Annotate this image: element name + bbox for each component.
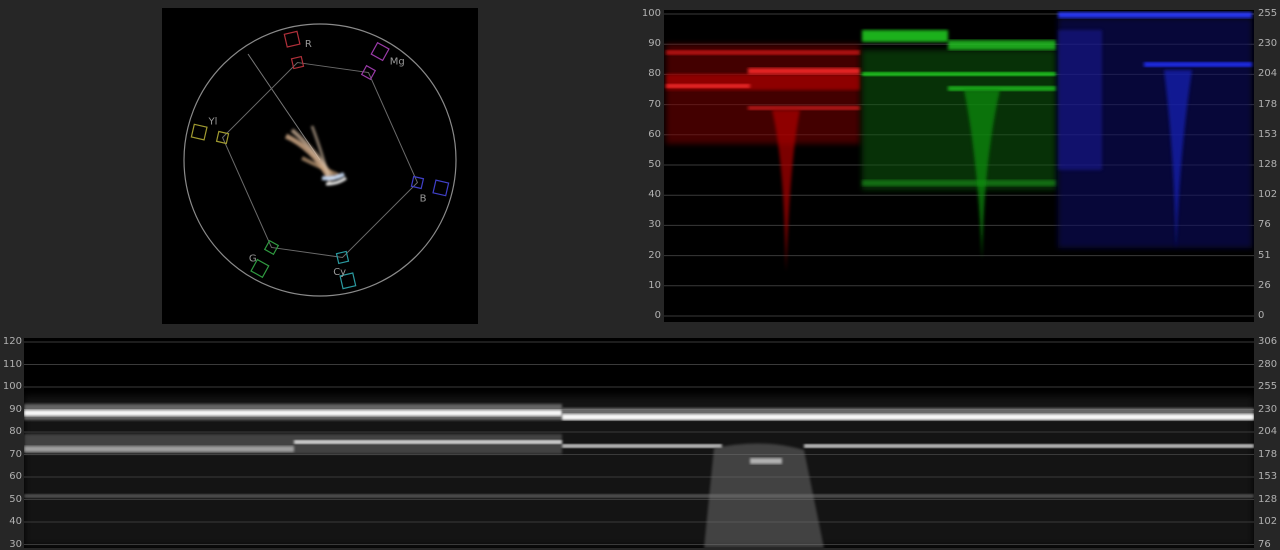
waveform-right-scale-tick: 204 xyxy=(1258,426,1278,437)
parade-right-scale-tick: 255 xyxy=(1258,8,1278,19)
waveform-left-scale-tick: 30 xyxy=(9,538,22,550)
waveform-right-scale-tick: 255 xyxy=(1258,381,1278,392)
waveform-right-scale-tick: 76 xyxy=(1258,538,1271,550)
parade-right-scale-tick: 153 xyxy=(1258,128,1278,140)
waveform-right-scale-tick: 306 xyxy=(1258,336,1278,347)
vectorscope-label-g: G xyxy=(249,254,257,265)
vectorscope-label-b: B xyxy=(420,194,427,205)
parade-left-scale-tick: 20 xyxy=(648,249,661,261)
parade-left-scale-tick: 40 xyxy=(648,189,661,201)
parade-left-scale-tick: 70 xyxy=(648,98,661,110)
waveform-left-scale-tick: 80 xyxy=(9,426,22,437)
parade-blue-channel xyxy=(1058,12,1252,250)
parade-left-scale-tick: 90 xyxy=(648,38,661,50)
waveform-left-scale-tick: 100 xyxy=(2,381,22,392)
parade-right-scale-tick: 51 xyxy=(1258,249,1271,261)
parade-right-scale-tick: 230 xyxy=(1258,38,1278,50)
vectorscope-trace xyxy=(284,125,347,186)
waveform-left-scale-tick: 40 xyxy=(9,516,22,527)
waveform-right-scale-tick: 102 xyxy=(1258,516,1278,527)
vectorscope-label-cy: Cy xyxy=(333,267,346,278)
vectorscope-target-mg-outer xyxy=(370,41,390,62)
vectorscope-target-yl-outer xyxy=(190,123,208,141)
parade-right-scale-tick: 26 xyxy=(1258,279,1271,291)
waveform-trace xyxy=(24,396,1254,548)
parade-left-scale-tick: 80 xyxy=(648,68,661,80)
waveform-right-scale-tick: 128 xyxy=(1258,493,1278,505)
parade-left-scale-tick: 50 xyxy=(648,159,661,170)
parade-left-scale-tick: 60 xyxy=(648,128,661,140)
parade-right-scale-tick: 178 xyxy=(1258,98,1278,110)
vectorscope-label-r: R xyxy=(305,39,312,50)
vectorscope-label-mg: Mg xyxy=(390,56,405,67)
parade-right-scale-tick: 204 xyxy=(1258,68,1278,80)
vectorscope-label-yl: Yl xyxy=(207,116,217,127)
waveform-left-scale-tick: 120 xyxy=(2,336,22,347)
vectorscope-target-r-outer xyxy=(283,30,301,48)
waveform-left-scale-tick: 90 xyxy=(9,403,22,415)
waveform-right-scale-tick: 178 xyxy=(1258,448,1278,460)
vectorscope-graticule: R Mg B Cy G Yl xyxy=(183,23,457,297)
parade-right-scale-tick: 102 xyxy=(1258,189,1278,201)
parade-left-scale-tick: 10 xyxy=(648,279,661,291)
waveform-right-scale-tick: 230 xyxy=(1258,403,1278,415)
waveform-right-scale-tick: 153 xyxy=(1258,471,1278,482)
parade-left-scale-tick: 100 xyxy=(641,8,661,19)
parade-right-scale-tick: 76 xyxy=(1258,219,1271,231)
waveform-left-scale-tick: 110 xyxy=(2,358,22,370)
rgb-parade-panel xyxy=(664,10,1254,322)
parade-left-scale-tick: 0 xyxy=(654,310,661,321)
parade-red-channel xyxy=(666,44,860,272)
vectorscope-panel: R Mg B Cy G Yl xyxy=(162,8,478,324)
waveform-left-scale-tick: 60 xyxy=(9,471,22,482)
waveform-right-scale-tick: 280 xyxy=(1258,358,1278,370)
vectorscope-target-b-outer xyxy=(432,179,450,197)
waveform-left-scale-tick: 70 xyxy=(9,448,22,460)
parade-right-scale-tick: 128 xyxy=(1258,159,1278,170)
waveform-left-scale-tick: 50 xyxy=(9,493,22,505)
parade-right-scale-tick: 0 xyxy=(1258,310,1265,321)
parade-left-scale-tick: 30 xyxy=(648,219,661,231)
luma-waveform-panel xyxy=(24,338,1254,548)
